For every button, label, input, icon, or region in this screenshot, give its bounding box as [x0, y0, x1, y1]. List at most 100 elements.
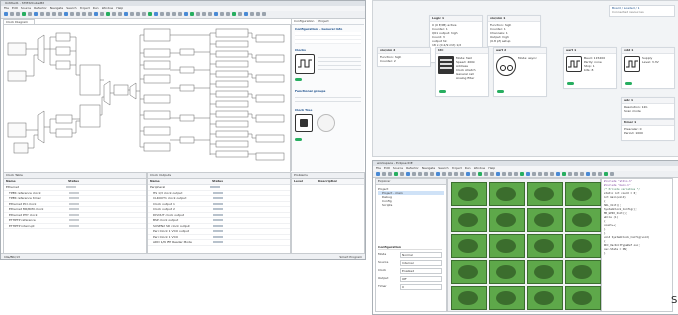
thumbnail[interactable] [489, 208, 525, 232]
menu-item[interactable]: Edit [12, 6, 18, 10]
toolbar-button[interactable] [424, 172, 428, 176]
toolbar-button[interactable] [442, 172, 446, 176]
toolbar-button[interactable] [538, 172, 542, 176]
toolbar-button[interactable] [184, 12, 188, 16]
toolbar-button[interactable] [148, 12, 152, 16]
toolbar-button[interactable] [232, 12, 236, 16]
toolbar-button[interactable] [532, 172, 536, 176]
toolbar-button[interactable] [202, 12, 206, 16]
toggle-switch[interactable] [497, 90, 504, 93]
thumbnail[interactable] [451, 286, 487, 310]
card-viovim-2[interactable]: vio/vim 2 Function: high Counter: 2 [377, 47, 431, 67]
thumbnail[interactable] [451, 208, 487, 232]
toolbar-button[interactable] [154, 12, 158, 16]
menu-item[interactable]: Edit [384, 166, 390, 170]
menu-item[interactable]: Project [80, 6, 90, 10]
card-uart-2[interactable]: uart 2 Mode: async [493, 47, 547, 97]
toolbar-button[interactable] [34, 12, 38, 16]
toolbar-button[interactable] [16, 12, 20, 16]
toolbar-button[interactable] [430, 172, 434, 176]
thumbnail[interactable] [527, 182, 563, 206]
thumbnail[interactable] [527, 260, 563, 284]
toggle-switch[interactable] [439, 90, 446, 93]
toolbar-button[interactable] [520, 172, 524, 176]
thumbnail[interactable] [451, 234, 487, 258]
thumbnail[interactable] [527, 208, 563, 232]
toolbar-button[interactable] [46, 12, 50, 16]
toolbar-button[interactable] [82, 12, 86, 16]
toolbar-button[interactable] [454, 172, 458, 176]
tab-project[interactable]: Project [316, 19, 330, 24]
form-value[interactable]: Normal [400, 252, 442, 258]
col-status-2[interactable]: Status [210, 179, 223, 184]
menu-item[interactable]: Search [438, 166, 448, 170]
toolbar-button[interactable] [166, 12, 170, 16]
toolbar-button[interactable] [262, 12, 266, 16]
toolbar-button[interactable] [214, 12, 218, 16]
toolbar-button[interactable] [466, 172, 470, 176]
toolbar-button[interactable] [178, 12, 182, 16]
thumbnail[interactable] [565, 286, 601, 310]
toolbar-button[interactable] [160, 12, 164, 16]
toolbar-button[interactable] [448, 172, 452, 176]
toolbar-button[interactable] [394, 172, 398, 176]
clock-outputs-tab[interactable]: Clock Outputs [148, 173, 290, 177]
form-value[interactable]: Internal [400, 260, 442, 266]
toolbar-button[interactable] [256, 12, 260, 16]
toolbar-button[interactable] [10, 12, 14, 16]
thumbnail[interactable] [489, 182, 525, 206]
toolbar-button[interactable] [574, 172, 578, 176]
menu-item[interactable]: Source [21, 6, 31, 10]
toolbar-button[interactable] [436, 172, 440, 176]
toolbar-button[interactable] [544, 172, 548, 176]
menu-item[interactable]: Navigate [50, 6, 63, 10]
toolbar-button[interactable] [208, 12, 212, 16]
toolbar-button[interactable] [88, 12, 92, 16]
toolbar-button[interactable] [94, 12, 98, 16]
explorer-tab[interactable]: Explorer [376, 179, 446, 183]
thumbnail[interactable] [527, 234, 563, 258]
menu-item[interactable]: Run [465, 166, 471, 170]
toolbar-button[interactable] [484, 172, 488, 176]
card-i2c[interactable]: I2C Mode: fast Speed: 400k Address Clock st… [435, 47, 489, 97]
problems-tab[interactable]: Problems [292, 173, 364, 177]
toolbar-button[interactable] [28, 12, 32, 16]
toolbar-button[interactable] [472, 172, 476, 176]
thumbnail[interactable] [489, 260, 525, 284]
toolbar-button[interactable] [490, 172, 494, 176]
table-row[interactable]: ADD 1/N IFP Reader Mode [148, 240, 290, 246]
toggle-switch[interactable] [567, 82, 574, 85]
section-clock-tree[interactable]: Clock Tree [295, 108, 361, 112]
toolbar-button[interactable] [190, 12, 194, 16]
menu-item[interactable]: Source [393, 166, 403, 170]
menu-item[interactable]: Search [66, 6, 76, 10]
toolbar-button[interactable] [580, 172, 584, 176]
thumbnail[interactable] [565, 208, 601, 232]
toolbar-button[interactable] [568, 172, 572, 176]
thumbnail[interactable] [489, 286, 525, 310]
toolbar-button[interactable] [592, 172, 596, 176]
toolbar-button[interactable] [52, 12, 56, 16]
toolbar-button[interactable] [64, 12, 68, 16]
toolbar-button[interactable] [58, 12, 62, 16]
toolbar-button[interactable] [4, 12, 8, 16]
toolbar-button[interactable] [508, 172, 512, 176]
toolbar-button[interactable] [526, 172, 530, 176]
toolbar-button[interactable] [118, 12, 122, 16]
menu-item[interactable]: File [376, 166, 381, 170]
menu-item[interactable]: Window [474, 166, 486, 170]
toolbar-button[interactable] [112, 12, 116, 16]
toolbar-button[interactable] [220, 12, 224, 16]
card-adc-1[interactable]: adc 1 Resolution: 12b Scan mode [621, 97, 675, 119]
card-timer-1[interactable]: timer 1 Prescaler: 0 Period: 1000 [621, 119, 675, 141]
toggle-switch[interactable] [295, 78, 302, 81]
toolbar-button[interactable] [604, 172, 608, 176]
menu-item[interactable]: Help [116, 6, 123, 10]
thumbnail[interactable] [565, 260, 601, 284]
toolbar-button[interactable] [142, 12, 146, 16]
thumbnail[interactable] [451, 182, 487, 206]
section-clocks[interactable]: Clocks [295, 48, 361, 52]
toolbar-button[interactable] [406, 172, 410, 176]
toolbar-button[interactable] [598, 172, 602, 176]
toolbar-button[interactable] [136, 12, 140, 16]
